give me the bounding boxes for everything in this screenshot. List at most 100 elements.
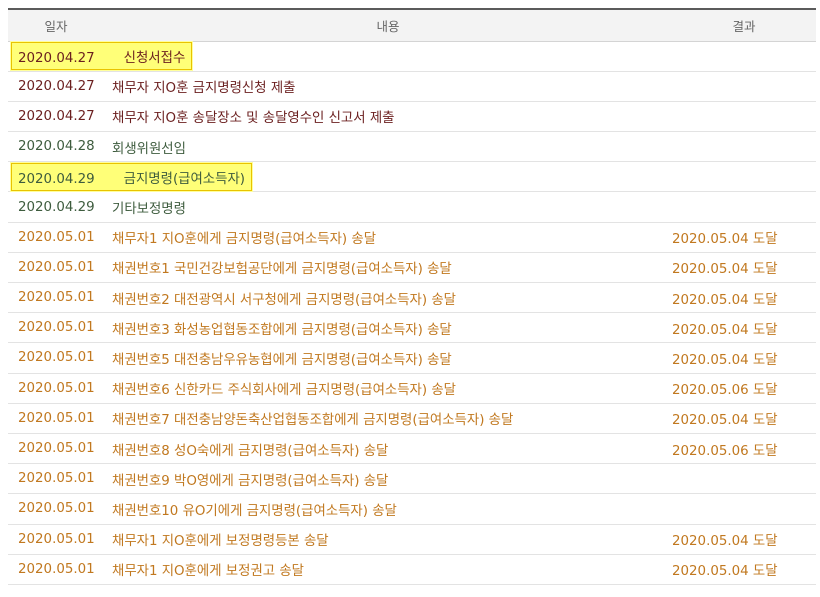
row-date-cell: 2020.05.01	[8, 433, 104, 465]
row-result-cell: 2020.05.04 도달	[672, 282, 816, 314]
row-result: 2020.05.06 도달	[672, 443, 778, 459]
row-date: 2020.04.28	[18, 139, 95, 155]
row-date-cell: 2020.05.01	[8, 403, 104, 434]
row-result-cell: 2020.05.04 도달	[672, 554, 816, 585]
row-date: 2020.04.27	[18, 108, 95, 124]
row-result: 2020.05.04 도달	[672, 262, 778, 278]
row-content-cell: 채권번호3 화성농업협동조합에게 금지명령(급여소득자) 송달	[104, 312, 672, 344]
row-result-cell	[672, 493, 816, 525]
row-date: 2020.05.01	[18, 350, 95, 366]
row-date: 2020.05.01	[18, 471, 95, 487]
row-content: 채권번호6 신한카드 주식회사에게 금지명령(급여소득자) 송달	[112, 383, 456, 399]
row-content-cell: 채권번호10 유O기에게 금지명령(급여소득자) 송달	[104, 493, 672, 525]
row-date-cell: 2020.05.01	[8, 373, 104, 404]
table-row: 2020.05.01 채권번호8 성O숙에게 금지명령(급여소득자) 송달 2020…	[8, 433, 816, 465]
row-content-cell: 채권번호1 국민건강보험공단에게 금지명령(급여소득자) 송달	[104, 252, 672, 284]
row-result: 2020.05.04 도달	[672, 564, 778, 580]
row-content: 채권번호3 화성농업협동조합에게 금지명령(급여소득자) 송달	[112, 322, 452, 338]
table-row: 2020.04.29 기타보정명령	[8, 191, 816, 223]
table-row: 2020.04.27 신청서접수	[8, 41, 816, 72]
header-row: 일자 내용 결과	[8, 8, 816, 42]
case-history-table: 일자 내용 결과 2020.04.27 신청서접수 2020.04.27 채무자 지O…	[8, 8, 816, 585]
row-date-cell: 2020.04.27	[8, 101, 104, 133]
row-result-cell	[672, 101, 816, 133]
row-result-cell: 2020.05.04 도달	[672, 342, 816, 374]
row-result-cell	[672, 71, 816, 102]
table-row: 2020.05.01 채권번호5 대전충남우유농협에게 금지명령(급여소득자) 송…	[8, 342, 816, 374]
row-content-cell: 채권번호2 대전광역시 서구청에게 금지명령(급여소득자) 송달	[104, 282, 672, 314]
header-content: 내용	[104, 8, 672, 42]
row-result-cell: 2020.05.04 도달	[672, 222, 816, 253]
row-content-cell: 채무자1 지O훈에게 보정명령등본 송달	[104, 524, 672, 555]
row-content: 채권번호7 대전충남양돈축산업협동조합에게 금지명령(급여소득자) 송달	[112, 413, 514, 429]
row-result: 2020.05.04 도달	[672, 292, 778, 308]
table-row: 2020.05.01 채권번호2 대전광역시 서구청에게 금지명령(급여소득자) …	[8, 282, 816, 314]
row-date-cell: 2020.04.29 금지명령(급여소득자)	[8, 161, 672, 193]
row-content: 회생위원선임	[112, 141, 186, 157]
row-date: 2020.05.01	[18, 561, 95, 577]
row-content: 채권번호10 유O기에게 금지명령(급여소득자) 송달	[112, 503, 397, 519]
row-content-cell: 채권번호7 대전충남양돈축산업협동조합에게 금지명령(급여소득자) 송달	[104, 403, 672, 434]
row-result-cell	[672, 463, 816, 495]
row-content-cell: 채무자 지O훈 송달장소 및 송달영수인 신고서 제출	[104, 101, 672, 133]
table-row: 2020.05.01 채권번호1 국민건강보험공단에게 금지명령(급여소득자) 송…	[8, 252, 816, 284]
highlight-box: 2020.04.27 신청서접수	[11, 42, 193, 71]
row-content-cell: 채권번호8 성O숙에게 금지명령(급여소득자) 송달	[104, 433, 672, 465]
case-history-table-container: 일자 내용 결과 2020.04.27 신청서접수 2020.04.27 채무자 지O…	[8, 8, 816, 585]
row-content-cell: 채권번호6 신한카드 주식회사에게 금지명령(급여소득자) 송달	[104, 373, 672, 404]
table-row: 2020.05.01 채권번호3 화성농업협동조합에게 금지명령(급여소득자) 송…	[8, 312, 816, 344]
row-content: 채무자1 지O훈에게 보정권고 송달	[112, 564, 304, 580]
row-content-cell: 채무자1 지O훈에게 보정권고 송달	[104, 554, 672, 585]
row-content: 신청서접수	[123, 51, 186, 67]
row-content-cell: 채무자 지O훈 금지명령신청 제출	[104, 71, 672, 102]
row-date-cell: 2020.05.01	[8, 312, 104, 344]
highlight-box: 2020.04.29 금지명령(급여소득자)	[11, 162, 252, 191]
row-result-cell: 2020.05.04 도달	[672, 403, 816, 434]
row-result: 2020.05.06 도달	[672, 383, 778, 399]
row-result: 2020.05.04 도달	[672, 352, 778, 368]
row-result-cell: 2020.05.06 도달	[672, 373, 816, 404]
row-date-cell: 2020.05.01	[8, 252, 104, 284]
header-date: 일자	[8, 8, 104, 42]
row-date: 2020.04.27	[18, 51, 95, 67]
row-content-cell: 채무자1 지O훈에게 금지명령(급여소득자) 송달	[104, 222, 672, 253]
row-content-cell: 회생위원선임	[104, 131, 672, 163]
row-date: 2020.05.01	[18, 229, 95, 245]
row-date: 2020.05.01	[18, 410, 95, 426]
row-result-cell	[672, 41, 816, 72]
row-date-cell: 2020.05.01	[8, 222, 104, 253]
row-date: 2020.05.01	[18, 531, 95, 547]
table-row: 2020.04.27 채무자 지O훈 송달장소 및 송달영수인 신고서 제출	[8, 101, 816, 133]
row-result-cell	[672, 131, 816, 163]
row-date-cell: 2020.05.01	[8, 463, 104, 495]
row-date-cell: 2020.05.01	[8, 282, 104, 314]
table-row: 2020.05.01 채무자1 지O훈에게 보정명령등본 송달 2020.05.04…	[8, 524, 816, 555]
row-date: 2020.04.27	[18, 78, 95, 94]
row-result-cell: 2020.05.04 도달	[672, 312, 816, 344]
row-result-cell: 2020.05.04 도달	[672, 524, 816, 555]
row-result-cell: 2020.05.04 도달	[672, 252, 816, 284]
row-content: 채권번호1 국민건강보험공단에게 금지명령(급여소득자) 송달	[112, 262, 452, 278]
table-row: 2020.04.27 채무자 지O훈 금지명령신청 제출	[8, 71, 816, 102]
table-row: 2020.05.01 채권번호7 대전충남양돈축산업협동조합에게 금지명령(급여소…	[8, 403, 816, 434]
table-row: 2020.05.01 채권번호9 박O영에게 금지명령(급여소득자) 송달	[8, 463, 816, 495]
row-content: 금지명령(급여소득자)	[123, 171, 245, 187]
row-date: 2020.05.01	[18, 441, 95, 457]
table-row: 2020.05.01 채권번호6 신한카드 주식회사에게 금지명령(급여소득자) …	[8, 373, 816, 404]
row-date: 2020.05.01	[18, 320, 95, 336]
row-date: 2020.05.01	[18, 380, 95, 396]
table-row: 2020.05.01 채무자1 지O훈에게 금지명령(급여소득자) 송달 2020.…	[8, 222, 816, 253]
row-date-cell: 2020.05.01	[8, 342, 104, 374]
row-result: 2020.05.04 도달	[672, 534, 778, 550]
row-content: 기타보정명령	[112, 202, 186, 218]
row-content-cell: 채권번호5 대전충남우유농협에게 금지명령(급여소득자) 송달	[104, 342, 672, 374]
table-body: 2020.04.27 신청서접수 2020.04.27 채무자 지O훈 금지명령신청 …	[8, 41, 816, 585]
table-header: 일자 내용 결과	[8, 8, 816, 42]
header-result: 결과	[672, 8, 816, 42]
row-content: 채무자 지O훈 금지명령신청 제출	[112, 81, 296, 97]
row-date-cell: 2020.04.27	[8, 71, 104, 102]
table-row: 2020.05.01 채권번호10 유O기에게 금지명령(급여소득자) 송달	[8, 493, 816, 525]
row-date-cell: 2020.04.29	[8, 191, 104, 223]
row-date: 2020.05.01	[18, 290, 95, 306]
table-row: 2020.05.01 채무자1 지O훈에게 보정권고 송달 2020.05.04 도…	[8, 554, 816, 585]
